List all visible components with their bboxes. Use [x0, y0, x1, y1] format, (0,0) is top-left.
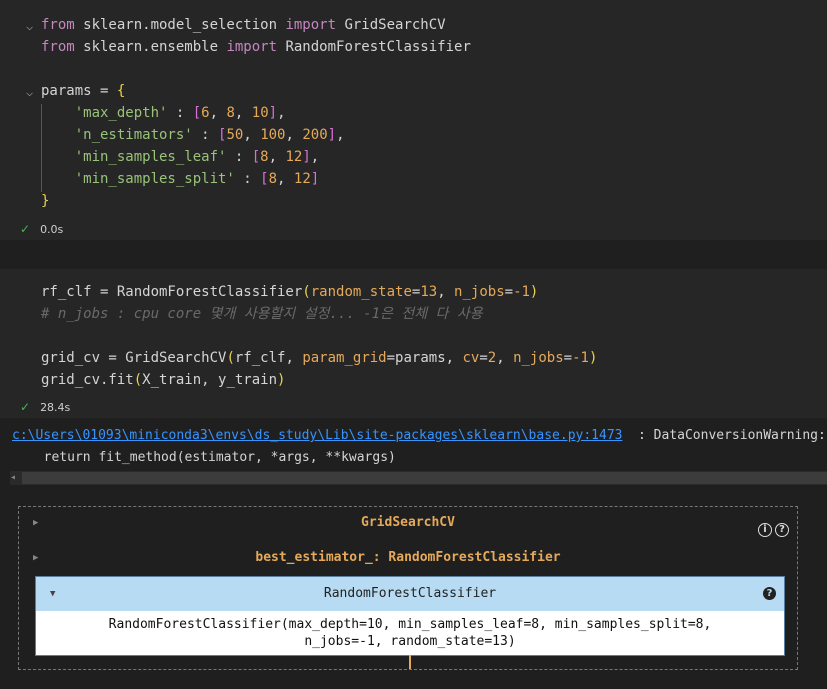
code-line-import-gridsearch: from sklearn.model_selection import Grid… — [41, 17, 446, 33]
cell-status: ✓ 28.4s — [20, 400, 71, 414]
warning-text: : DataConversionWarning: — [638, 428, 826, 443]
fold-chevron-icon[interactable]: ⌵ — [26, 19, 33, 33]
info-icon[interactable]: i — [758, 523, 772, 537]
check-icon: ✓ — [20, 400, 31, 414]
estimator-params: RandomForestClassifier(max_depth=10, min… — [36, 611, 784, 655]
code-line-rf-clf: rf_clf = RandomForestClassifier(random_s… — [41, 284, 539, 300]
connector-line — [409, 655, 411, 669]
code-line-params: params = { — [41, 83, 126, 99]
estimator-rfc-header[interactable]: ▼ RandomForestClassifier ? — [36, 577, 784, 611]
code-cell-2[interactable]: rf_clf = RandomForestClassifier(random_s… — [0, 269, 827, 418]
expand-triangle-icon[interactable]: ▶ — [33, 544, 38, 572]
code-line-param-max-depth: 'max_depth' : [6, 8, 10], — [74, 105, 286, 121]
code-line-close-brace: } — [41, 193, 50, 209]
horizontal-scrollbar[interactable]: ◂ — [10, 471, 827, 485]
scrollbar-thumb[interactable] — [22, 472, 827, 484]
estimator-best-estimator[interactable]: ▶ best_estimator_: RandomForestClassifie… — [19, 544, 797, 572]
code-line-fit: grid_cv.fit(X_train, y_train) — [41, 372, 286, 388]
estimator-rfc-box: ▼ RandomForestClassifier ? RandomForestC… — [35, 576, 785, 656]
code-line-param-n-estimators: 'n_estimators' : [50, 100, 200], — [74, 127, 345, 143]
code-line-param-min-samples-split: 'min_samples_split' : [8, 12] — [74, 171, 320, 187]
code-cell-1[interactable]: ⌵ from sklearn.model_selection import Gr… — [0, 0, 827, 240]
check-icon: ✓ — [20, 222, 31, 236]
help-icon[interactable]: ? — [763, 587, 776, 600]
cell-output: c:\Users\01093\miniconda3\envs\ds_study\… — [0, 418, 827, 689]
estimator-diagram: ▶ GridSearchCV i? ▶ best_estimator_: Ran… — [18, 506, 798, 670]
code-line-import-rf: from sklearn.ensemble import RandomFores… — [41, 39, 471, 55]
cell-status: ✓ 0.0s — [20, 222, 64, 236]
warning-file-link[interactable]: c:\Users\01093\miniconda3\envs\ds_study\… — [12, 428, 622, 443]
help-icon[interactable]: ? — [775, 523, 789, 537]
fold-chevron-icon[interactable]: ⌵ — [26, 85, 33, 99]
expand-triangle-icon[interactable]: ▶ — [33, 509, 38, 537]
scroll-left-icon[interactable]: ◂ — [10, 471, 16, 485]
code-comment: # n_jobs : cpu core 몇개 사용할지 설정... -1은 전체… — [41, 306, 483, 322]
estimator-gridsearchcv[interactable]: ▶ GridSearchCV i? — [19, 509, 797, 537]
code-line-grid-cv: grid_cv = GridSearchCV(rf_clf, param_gri… — [41, 350, 598, 366]
collapse-triangle-icon[interactable]: ▼ — [50, 577, 55, 611]
warning-return-line: return fit_method(estimator, *args, **kw… — [28, 450, 396, 465]
code-line-param-min-samples-leaf: 'min_samples_leaf' : [8, 12], — [74, 149, 320, 165]
